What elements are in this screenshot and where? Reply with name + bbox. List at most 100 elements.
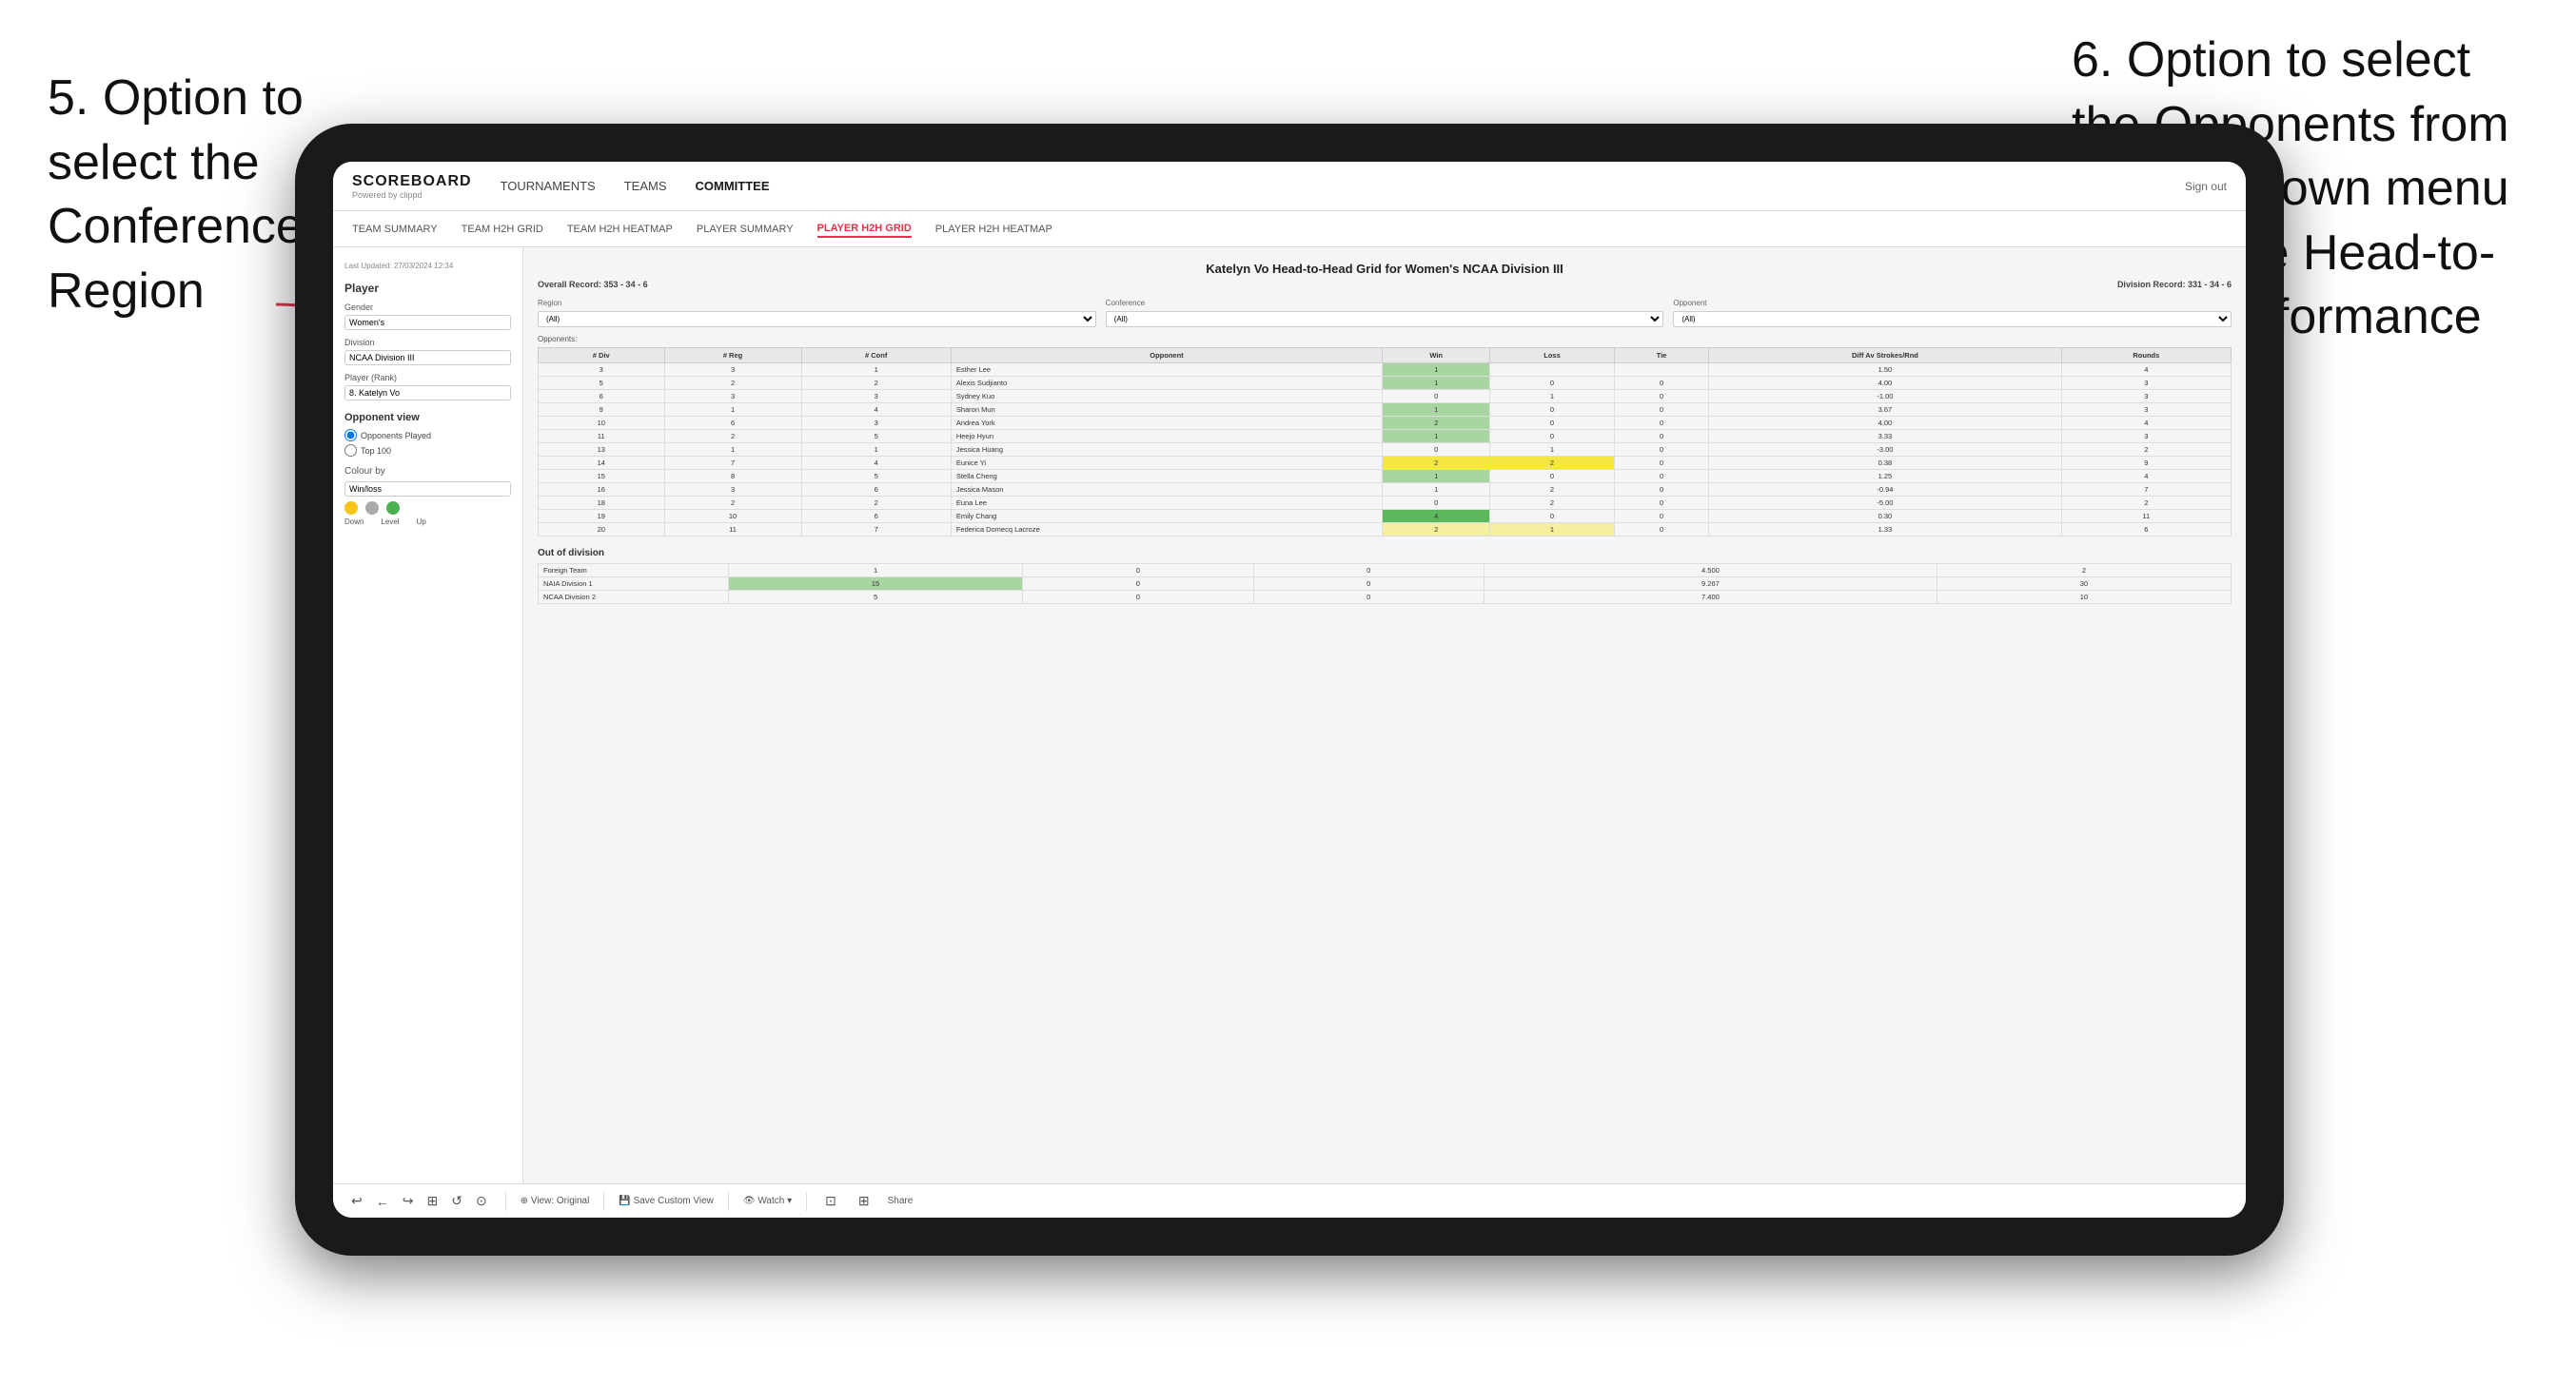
toolbar-redo[interactable]: ↪: [399, 1191, 418, 1211]
td-opponent: Andrea York: [951, 417, 1382, 430]
td-win: 1: [1383, 430, 1490, 443]
toolbar-divider-1: [505, 1192, 506, 1211]
td-div: 3: [539, 363, 665, 377]
td-win: 2: [1383, 417, 1490, 430]
tablet-screen: SCOREBOARD Powered by clippd TOURNAMENTS…: [333, 162, 2246, 1218]
td-rounds: 3: [2061, 390, 2231, 403]
td-rounds: 7: [2061, 483, 2231, 497]
td-loss: 1: [1490, 443, 1615, 457]
table-row: 13 1 1 Jessica Huang 0 1 0 -3.00 2: [539, 443, 2232, 457]
toolbar-download[interactable]: ⊡: [821, 1191, 840, 1211]
table-row: 11 2 5 Heejo Hyun 1 0 0 3.33 3: [539, 430, 2232, 443]
toolbar-back[interactable]: ←: [372, 1192, 393, 1211]
toolbar-clock[interactable]: ⊙: [472, 1191, 491, 1211]
td-div: 14: [539, 457, 665, 470]
td-reg: 2: [664, 497, 801, 510]
toolbar-history-group: ↩ ← ↪ ⊞ ↺ ⊙: [347, 1191, 491, 1211]
td-opponent: Eunice Yi: [951, 457, 1382, 470]
toolbar-save-custom[interactable]: 💾 Save Custom View: [619, 1196, 714, 1206]
td-tie: 0: [1614, 390, 1708, 403]
td-win: 5: [729, 591, 1023, 604]
tablet: SCOREBOARD Powered by clippd TOURNAMENTS…: [295, 124, 2284, 1256]
td-opponent: Euna Lee: [951, 497, 1382, 510]
td-win: 1: [1383, 403, 1490, 417]
toolbar-divider-3: [728, 1192, 729, 1211]
opponent-filter-label: Opponent: [1673, 299, 2232, 307]
td-loss: 1: [1490, 390, 1615, 403]
conference-filter-select[interactable]: (All): [1106, 311, 1664, 327]
label-level: Level: [381, 517, 399, 526]
opponent-view-title: Opponent view: [344, 412, 511, 423]
td-diff: 1.50: [1709, 363, 2061, 377]
table-row: 10 6 3 Andrea York 2 0 0 4.00 4: [539, 417, 2232, 430]
sub-nav-player-h2h-grid[interactable]: PLAYER H2H GRID: [817, 221, 912, 238]
toolbar-share[interactable]: Share: [888, 1196, 914, 1206]
player-rank-select[interactable]: 8. Katelyn Vo: [344, 385, 511, 400]
toolbar-view-original[interactable]: ⊕ View: Original: [521, 1196, 590, 1206]
radio-top100[interactable]: Top 100: [344, 444, 511, 457]
sub-nav-player-h2h-heatmap[interactable]: PLAYER H2H HEATMAP: [935, 222, 1052, 237]
th-tie: Tie: [1614, 348, 1708, 363]
td-tie: 0: [1614, 483, 1708, 497]
opponent-filter-select[interactable]: (All): [1673, 311, 2232, 327]
td-diff: -5.00: [1709, 497, 2061, 510]
gender-label: Gender: [344, 303, 511, 312]
sub-nav-team-summary[interactable]: TEAM SUMMARY: [352, 222, 438, 237]
nav-teams[interactable]: TEAMS: [624, 175, 667, 197]
nav-tournaments[interactable]: TOURNAMENTS: [501, 175, 596, 197]
td-conf: 4: [801, 457, 951, 470]
td-win: 1: [1383, 363, 1490, 377]
td-win: 4: [1383, 510, 1490, 523]
td-tie: 0: [1253, 577, 1484, 591]
td-diff: 7.400: [1484, 591, 1937, 604]
td-opponent: Stella Cheng: [951, 470, 1382, 483]
td-reg: 2: [664, 377, 801, 390]
toolbar-share-grid[interactable]: ⊞: [855, 1191, 874, 1211]
td-tie: 0: [1614, 417, 1708, 430]
division-record: Division Record: 331 - 34 - 6: [2117, 280, 2232, 289]
td-div: 10: [539, 417, 665, 430]
td-rounds: 2: [1937, 564, 2231, 577]
td-opponent: Esther Lee: [951, 363, 1382, 377]
sub-nav-player-summary[interactable]: PLAYER SUMMARY: [697, 222, 794, 237]
td-reg: 3: [664, 363, 801, 377]
toolbar-watch[interactable]: 👁 Watch ▾: [743, 1196, 792, 1206]
td-loss: 0: [1490, 430, 1615, 443]
td-conf: 7: [801, 523, 951, 537]
logo-area: SCOREBOARD Powered by clippd: [352, 173, 472, 200]
sub-nav-team-h2h-heatmap[interactable]: TEAM H2H HEATMAP: [567, 222, 673, 237]
radio-group: Opponents Played Top 100: [344, 429, 511, 457]
label-down: Down: [344, 517, 364, 526]
out-of-division-table: Foreign Team 1 0 0 4.500 2 NAIA Division…: [538, 563, 2232, 604]
radio-opponents-played[interactable]: Opponents Played: [344, 429, 511, 441]
data-area: Katelyn Vo Head-to-Head Grid for Women's…: [523, 247, 2246, 1183]
td-diff: 3.67: [1709, 403, 2061, 417]
td-div: 5: [539, 377, 665, 390]
td-tie: 0: [1614, 403, 1708, 417]
td-diff: 3.33: [1709, 430, 2061, 443]
td-tie: 0: [1614, 377, 1708, 390]
td-div: 19: [539, 510, 665, 523]
colour-by-select[interactable]: Win/loss: [344, 481, 511, 497]
region-filter-select[interactable]: (All): [538, 311, 1096, 327]
sub-nav-team-h2h-grid[interactable]: TEAM H2H GRID: [462, 222, 543, 237]
th-opponent: Opponent: [951, 348, 1382, 363]
td-win: 2: [1383, 457, 1490, 470]
td-div: 6: [539, 390, 665, 403]
td-conf: 6: [801, 510, 951, 523]
nav-committee[interactable]: COMMITTEE: [696, 175, 770, 197]
td-loss: 0: [1490, 417, 1615, 430]
toolbar-refresh[interactable]: ↺: [447, 1191, 466, 1211]
td-tie: [1614, 363, 1708, 377]
toolbar-grid[interactable]: ⊞: [423, 1191, 442, 1211]
td-rounds: 6: [2061, 523, 2231, 537]
td-tie: 0: [1614, 430, 1708, 443]
toolbar-undo[interactable]: ↩: [347, 1191, 366, 1211]
sub-nav: TEAM SUMMARY TEAM H2H GRID TEAM H2H HEAT…: [333, 211, 2246, 247]
division-select[interactable]: NCAA Division III: [344, 350, 511, 365]
td-opponent: Sharon Mun: [951, 403, 1382, 417]
table-row: 19 10 6 Emily Chang 4 0 0 0.30 11: [539, 510, 2232, 523]
gender-select[interactable]: Women's: [344, 315, 511, 330]
table-row: NCAA Division 2 5 0 0 7.400 10: [539, 591, 2232, 604]
nav-sign-out[interactable]: Sign out: [2185, 180, 2227, 193]
